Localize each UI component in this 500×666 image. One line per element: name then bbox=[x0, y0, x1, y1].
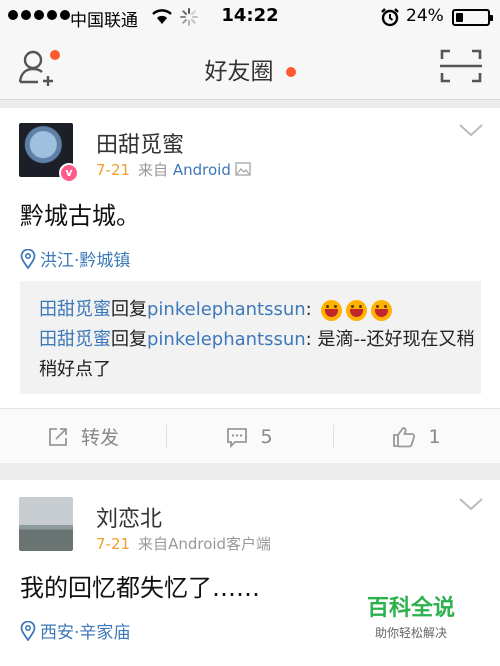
avatar[interactable] bbox=[19, 497, 73, 551]
like-button[interactable]: 1 bbox=[333, 409, 500, 464]
comment-item[interactable]: 田甜觅蜜回复pinkelephantssun: 是滴--还好现在又稍稍好点了 bbox=[39, 325, 481, 385]
laughing-emoji-icon bbox=[371, 299, 393, 321]
laughing-emoji-icon bbox=[321, 299, 343, 321]
post-client[interactable]: Android bbox=[173, 161, 231, 179]
nav-bar: 好友圈 bbox=[0, 34, 500, 100]
post-username[interactable]: 田甜觅蜜 bbox=[96, 127, 184, 159]
chevron-down-icon[interactable] bbox=[458, 122, 484, 142]
watermark-logo: 百科全说 助你轻松解决 bbox=[356, 590, 466, 641]
post-meta: 7-21 来自 Android bbox=[96, 159, 251, 180]
post-client[interactable]: Android客户端 bbox=[168, 535, 271, 553]
thumbs-up-icon bbox=[393, 426, 416, 447]
like-count: 1 bbox=[428, 425, 441, 448]
comment-sep: : bbox=[305, 299, 318, 320]
comment-author[interactable]: 田甜觅蜜 bbox=[39, 329, 111, 350]
repost-label: 转发 bbox=[80, 427, 119, 449]
laughing-emoji-icon bbox=[346, 299, 368, 321]
comment-target[interactable]: pinkelephantssun bbox=[147, 329, 306, 350]
comment-button[interactable]: 5 bbox=[166, 409, 333, 464]
battery-icon bbox=[452, 9, 493, 26]
location-pin-icon bbox=[20, 620, 36, 641]
comment-count: 5 bbox=[260, 425, 273, 448]
status-bar: 中国联通 14:22 24% bbox=[0, 0, 500, 34]
scan-icon bbox=[440, 49, 482, 83]
comment-icon bbox=[227, 427, 248, 448]
title-notification-dot bbox=[285, 66, 296, 77]
comment-target[interactable]: pinkelephantssun bbox=[147, 299, 306, 320]
watermark-subtitle: 助你轻松解决 bbox=[374, 626, 447, 640]
post-username[interactable]: 刘恋北 bbox=[96, 501, 162, 533]
post-text: 黔城古城。 bbox=[20, 202, 140, 230]
post-text: 我的回忆都失忆了…… bbox=[20, 574, 260, 602]
post-action-bar: 转发 5 1 bbox=[0, 408, 500, 463]
feed-post: v 田甜觅蜜 7-21 来自 Android 黔城古城。 洪江·黔城镇 田甜觅蜜回… bbox=[0, 108, 500, 463]
comment-list: 田甜觅蜜回复pinkelephantssun: 田甜觅蜜回复pinkelepha… bbox=[20, 281, 481, 394]
watermark-title: 百科全说 bbox=[366, 596, 455, 621]
location-label: 洪江·黔城镇 bbox=[40, 251, 131, 271]
location-pin-icon bbox=[20, 248, 36, 269]
post-date: 7-21 bbox=[96, 161, 131, 179]
source-prefix: 来自 bbox=[138, 535, 169, 553]
comment-sep: : bbox=[305, 329, 318, 350]
chevron-down-icon[interactable] bbox=[458, 496, 484, 516]
comment-item[interactable]: 田甜觅蜜回复pinkelephantssun: bbox=[39, 295, 481, 325]
source-prefix: 来自 bbox=[138, 161, 169, 179]
comment-verb: 回复 bbox=[111, 329, 147, 350]
comment-author[interactable]: 田甜觅蜜 bbox=[39, 299, 111, 320]
repost-button[interactable]: 转发 bbox=[0, 409, 166, 464]
scan-button[interactable] bbox=[440, 49, 482, 83]
page-title: 好友圈 bbox=[204, 59, 274, 85]
location-label: 西安·辛家庙 bbox=[40, 623, 131, 643]
post-date: 7-21 bbox=[96, 535, 131, 553]
post-location[interactable]: 洪江·黔城镇 bbox=[20, 246, 130, 271]
image-icon bbox=[235, 161, 251, 180]
post-location[interactable]: 西安·辛家庙 bbox=[20, 618, 130, 643]
verified-badge-icon: v bbox=[59, 163, 79, 183]
comment-verb: 回复 bbox=[111, 299, 147, 320]
nav-title-wrap[interactable]: 好友圈 bbox=[0, 52, 500, 86]
post-meta: 7-21 来自Android客户端 bbox=[96, 533, 271, 554]
battery-percentage: 24% bbox=[406, 6, 444, 26]
repost-icon bbox=[49, 427, 67, 446]
alarm-icon bbox=[380, 7, 400, 31]
